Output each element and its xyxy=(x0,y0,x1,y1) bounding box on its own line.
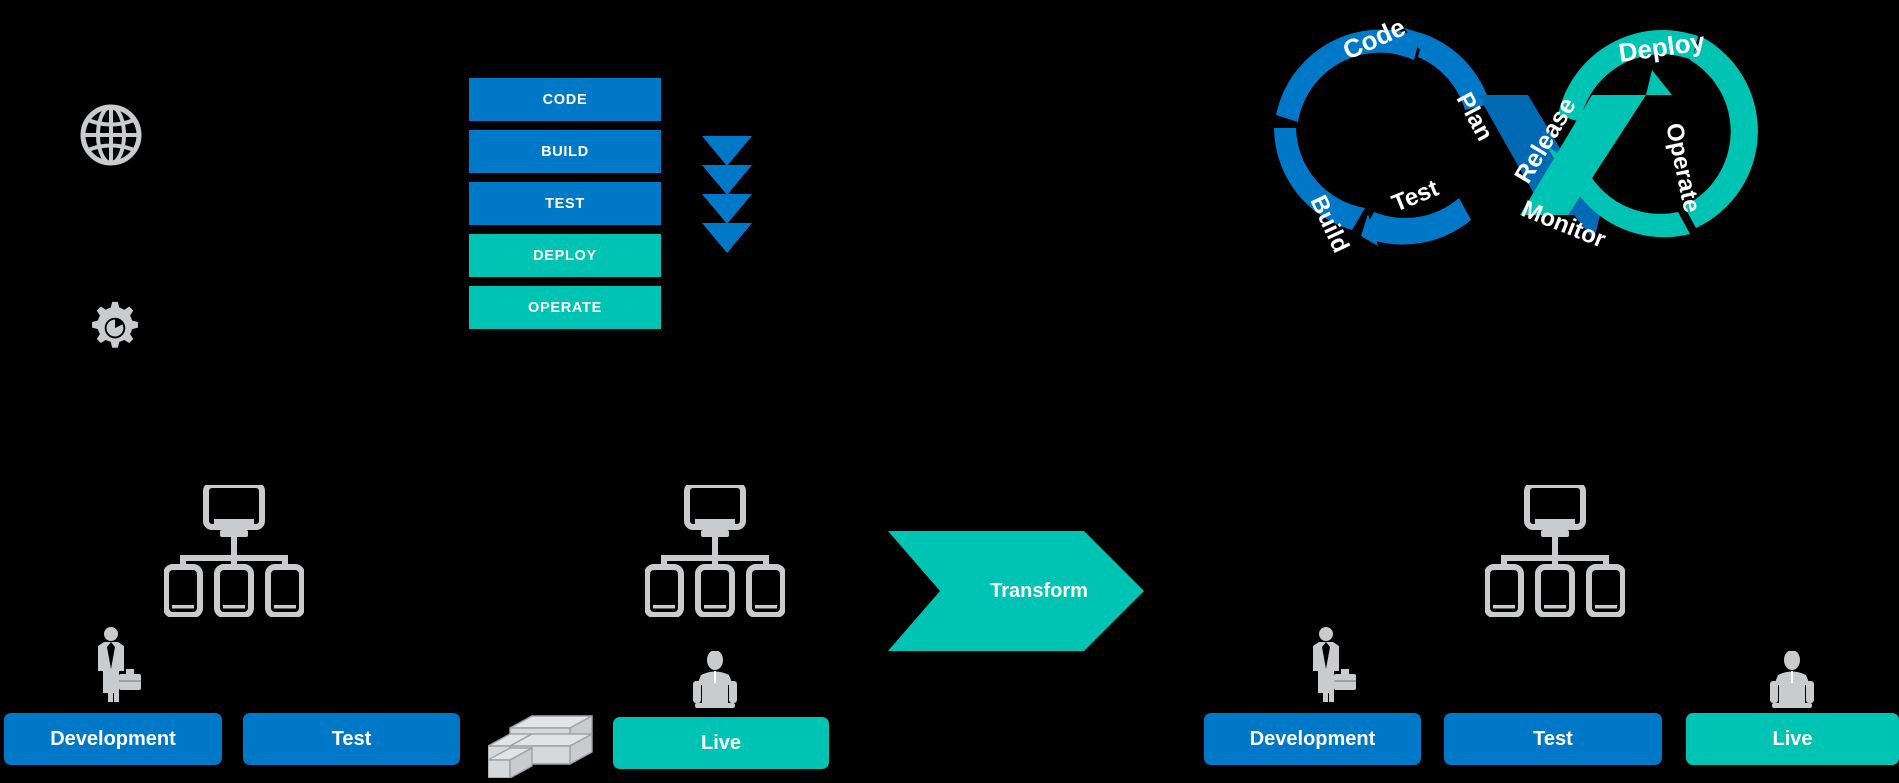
network-topology-icon-left-live xyxy=(645,485,785,615)
devops-infinity-loop: Code Plan Build Test Release Deploy Oper… xyxy=(1228,0,1828,290)
chevron-down-icon xyxy=(702,136,752,166)
person-at-desk-icon-right-live xyxy=(1768,650,1818,716)
chevron-down-icon xyxy=(702,194,752,224)
chevron-down-icon xyxy=(702,223,752,253)
network-topology-icon-right-test xyxy=(1485,485,1625,615)
transform-arrow[interactable]: Transform xyxy=(888,531,1144,651)
loop-label-test: Test xyxy=(1388,175,1442,218)
server-blocks-icon xyxy=(487,700,598,780)
globe-icon xyxy=(80,104,142,166)
businessperson-icon-right-dev xyxy=(1310,627,1360,712)
diagram-canvas: CODE BUILD TEST DEPLOY OPERATE Code Plan… xyxy=(0,0,1899,780)
env-bar-left-live[interactable]: Live xyxy=(613,717,829,769)
stage-test[interactable]: TEST xyxy=(469,182,661,225)
businessperson-icon-left-dev xyxy=(95,627,145,712)
stage-operate[interactable]: OPERATE xyxy=(469,286,661,329)
env-label: Test xyxy=(1533,727,1573,750)
infinity-left-loop xyxy=(1274,28,1490,246)
network-topology-icon-left-dev xyxy=(164,485,304,615)
env-bar-right-development[interactable]: Development xyxy=(1204,713,1421,765)
person-at-desk-icon-left-live xyxy=(691,650,741,716)
pipeline-flow-arrows xyxy=(702,136,752,253)
env-bar-left-test[interactable]: Test xyxy=(243,713,460,765)
env-bar-right-live[interactable]: Live xyxy=(1686,713,1899,765)
stage-code[interactable]: CODE xyxy=(469,78,661,121)
env-bar-right-test[interactable]: Test xyxy=(1444,713,1662,765)
gear-icon xyxy=(86,300,142,356)
pipeline-stage-stack: CODE BUILD TEST DEPLOY OPERATE xyxy=(469,78,661,338)
chevron-down-icon xyxy=(702,165,752,195)
env-label: Live xyxy=(700,731,742,754)
loop-label-operate: Operate xyxy=(1660,121,1705,215)
env-label: Test xyxy=(331,727,372,750)
env-bar-left-development[interactable]: Development xyxy=(4,713,222,765)
env-label: Development xyxy=(1249,727,1376,750)
env-label: Live xyxy=(1772,727,1813,750)
stage-build[interactable]: BUILD xyxy=(469,130,661,173)
env-label: Development xyxy=(50,727,176,750)
loop-label-code: Code xyxy=(1338,12,1410,66)
stage-deploy[interactable]: DEPLOY xyxy=(469,234,661,277)
